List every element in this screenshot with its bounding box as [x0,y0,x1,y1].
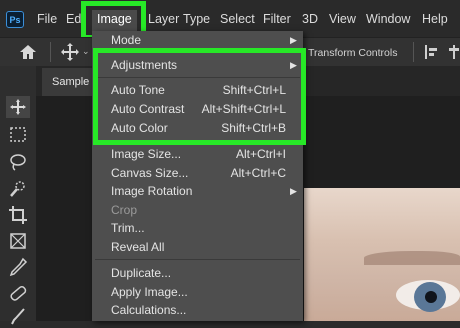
menu-item-reveal-all[interactable]: Reveal All [111,240,164,254]
shortcut-image-size: Alt+Ctrl+I [235,147,286,161]
submenu-arrow-icon: ▶ [290,186,297,196]
align-center-icon[interactable] [447,44,460,60]
options-separator [50,42,51,62]
menu-item-trim[interactable]: Trim... [111,221,145,235]
menu-item-mode[interactable]: Mode [111,33,141,47]
menu-filter[interactable]: Filter [263,12,291,26]
healing-brush-tool-icon[interactable] [6,282,30,304]
eyedropper-tool-icon[interactable] [6,256,30,278]
menu-item-crop[interactable]: Crop [111,203,137,217]
menu-window[interactable]: Window [366,12,410,26]
brush-tool-icon[interactable] [6,306,30,328]
menu-type[interactable]: Type [183,12,210,26]
move-tool-icon[interactable] [60,42,80,62]
photo-eyebrow [364,251,460,265]
options-separator [413,42,414,62]
menu-item-calculations[interactable]: Calculations... [111,303,186,317]
menu-item-image-rotation[interactable]: Image Rotation [111,184,192,198]
menu-item-duplicate[interactable]: Duplicate... [111,266,171,280]
auto-adjustments-highlight-box [93,48,306,145]
chevron-down-icon[interactable]: ⌄ [82,46,90,57]
document-photo[interactable] [304,188,460,321]
quick-selection-tool-icon[interactable] [6,178,30,200]
align-left-icon[interactable] [424,44,440,60]
menu-item-image-size[interactable]: Image Size... [111,147,181,161]
document-tab-label: Sample [52,76,90,88]
move-tool-icon[interactable] [6,96,30,118]
photo-pupil [425,291,437,303]
menu-select[interactable]: Select [220,12,255,26]
menu-separator [95,259,300,260]
menu-3d[interactable]: 3D [302,12,318,26]
shortcut-canvas-size: Alt+Ctrl+C [230,166,286,180]
show-transform-controls-label[interactable]: Transform Controls [308,47,397,59]
crop-tool-icon[interactable] [6,204,30,226]
frame-tool-icon[interactable] [6,230,30,252]
menu-help[interactable]: Help [422,12,448,26]
menu-file[interactable]: File [37,12,57,26]
menu-view[interactable]: View [329,12,356,26]
marquee-tool-icon[interactable] [6,124,30,146]
submenu-arrow-icon: ▶ [290,35,297,45]
photoshop-logo: Ps [6,11,24,28]
lasso-tool-icon[interactable] [6,151,30,173]
menu-layer[interactable]: Layer [148,12,179,26]
home-icon[interactable] [18,43,38,61]
menu-item-apply-image[interactable]: Apply Image... [111,285,188,299]
menu-item-canvas-size[interactable]: Canvas Size... [111,166,188,180]
